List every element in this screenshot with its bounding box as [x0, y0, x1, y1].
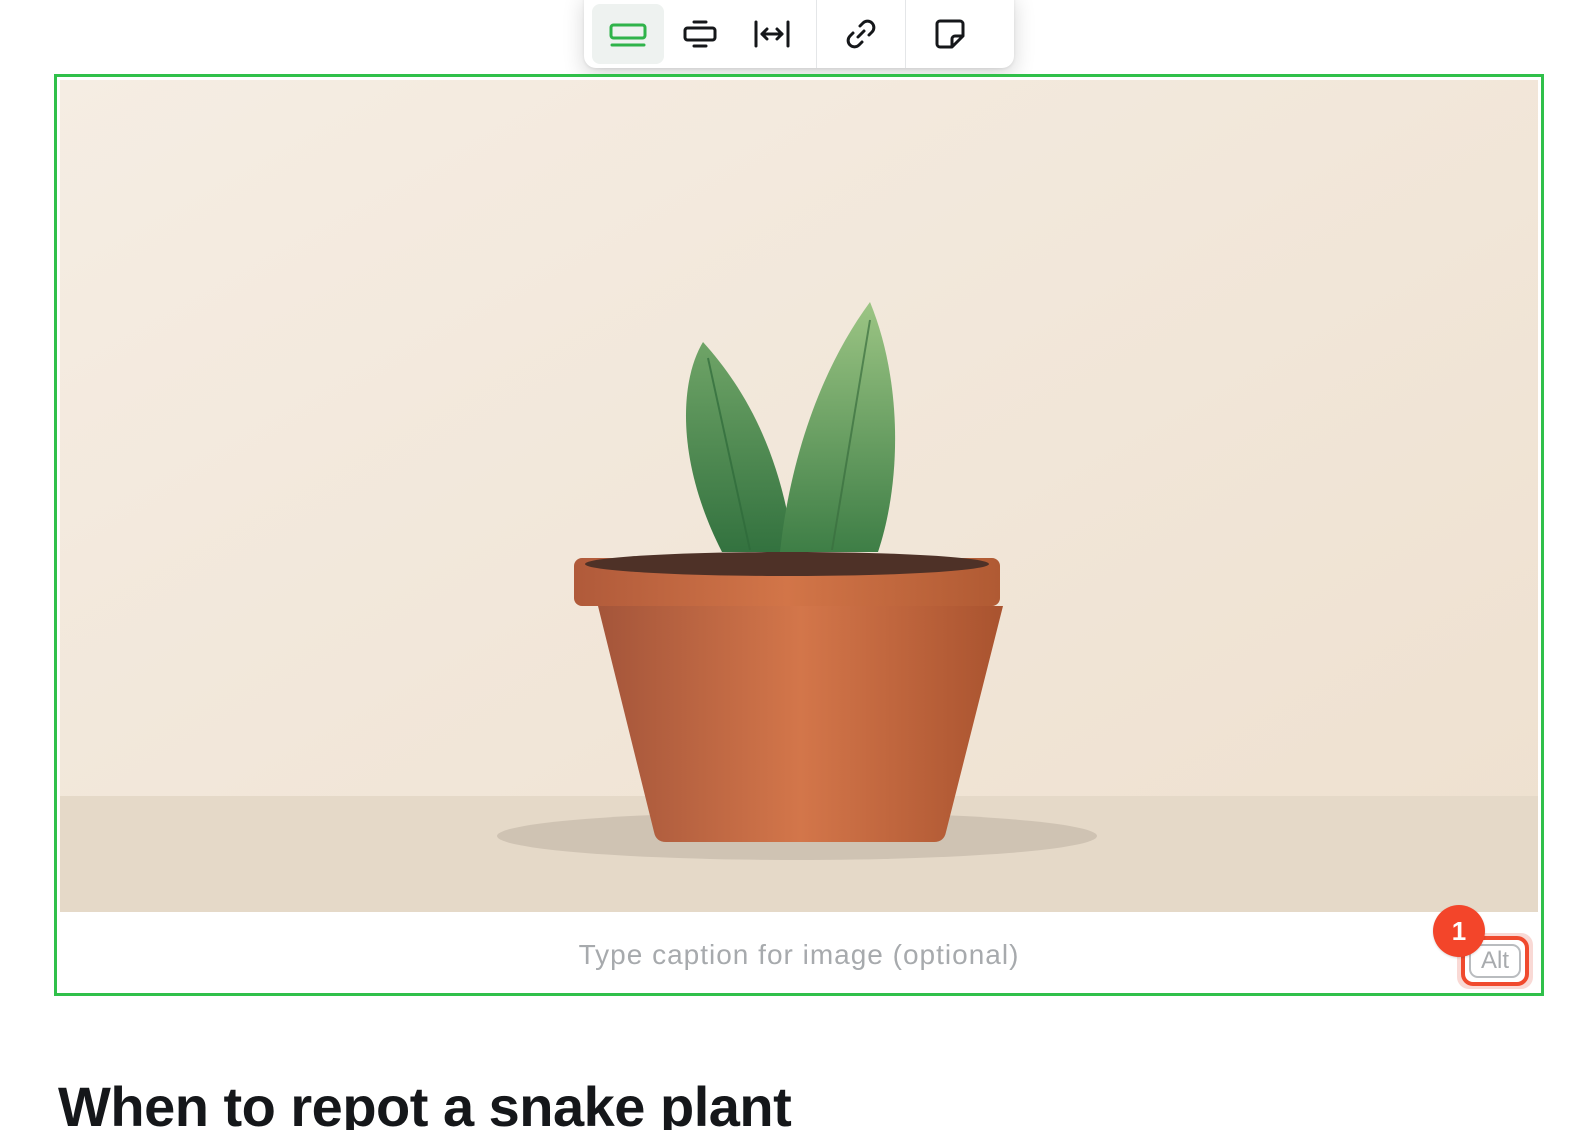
image-card[interactable]: Type caption for image (optional) Alt 1	[54, 74, 1544, 996]
snippet-icon	[935, 19, 965, 49]
image-preview[interactable]	[60, 80, 1538, 912]
image-regular-icon	[683, 20, 717, 48]
snippet-button[interactable]	[914, 4, 986, 64]
potted-plant-image	[60, 80, 1538, 912]
link-icon	[846, 19, 876, 49]
annotation-badge: 1	[1433, 905, 1485, 957]
content-heading[interactable]: When to repot a snake plant	[58, 1074, 792, 1130]
image-full-width-icon	[754, 20, 790, 48]
regular-width-button[interactable]	[664, 4, 736, 64]
link-button[interactable]	[825, 4, 897, 64]
toolbar-divider	[816, 0, 817, 68]
full-width-button[interactable]	[736, 4, 808, 64]
caption-input[interactable]: Type caption for image (optional)	[57, 939, 1541, 971]
wide-width-button[interactable]	[592, 4, 664, 64]
toolbar-divider	[905, 0, 906, 68]
image-toolbar	[584, 0, 1014, 68]
editor-page: Type caption for image (optional) Alt 1 …	[0, 0, 1596, 1130]
image-wide-icon	[609, 23, 647, 47]
